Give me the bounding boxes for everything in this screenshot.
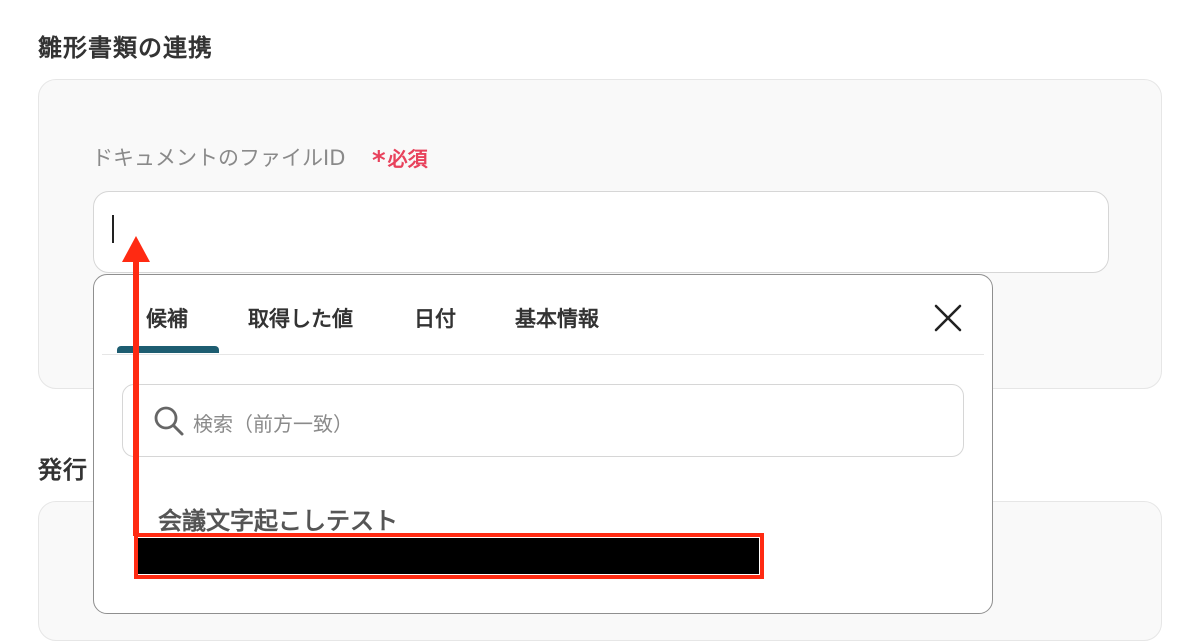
tab-date[interactable]: 日付 <box>414 303 456 333</box>
search-input[interactable]: 検索（前方一致） <box>122 384 964 457</box>
tab-basic-info[interactable]: 基本情報 <box>515 303 599 333</box>
required-text: 必須 <box>387 147 428 171</box>
section-title-template-doc: 雛形書類の連携 <box>38 34 213 62</box>
close-icon <box>934 304 962 332</box>
annotation-arrow-line <box>133 256 139 536</box>
tab-candidates[interactable]: 候補 <box>146 303 188 333</box>
annotation-highlight-box <box>134 533 764 579</box>
close-button[interactable] <box>930 300 966 336</box>
required-star: * <box>372 146 386 176</box>
file-id-input[interactable] <box>93 191 1109 273</box>
search-placeholder: 検索（前方一致） <box>193 412 353 436</box>
annotation-arrow-head <box>122 236 150 262</box>
field-label: ドキュメントのファイルID <box>92 146 346 170</box>
required-badge: * 必須 <box>372 143 428 176</box>
tab-divider <box>102 354 984 355</box>
list-group-title: 会議文字起こしテスト <box>158 507 398 535</box>
tab-obtained-values[interactable]: 取得した値 <box>248 303 353 333</box>
text-caret <box>112 215 114 243</box>
section-title-issue: 発行 <box>38 456 88 484</box>
search-icon <box>154 406 184 436</box>
